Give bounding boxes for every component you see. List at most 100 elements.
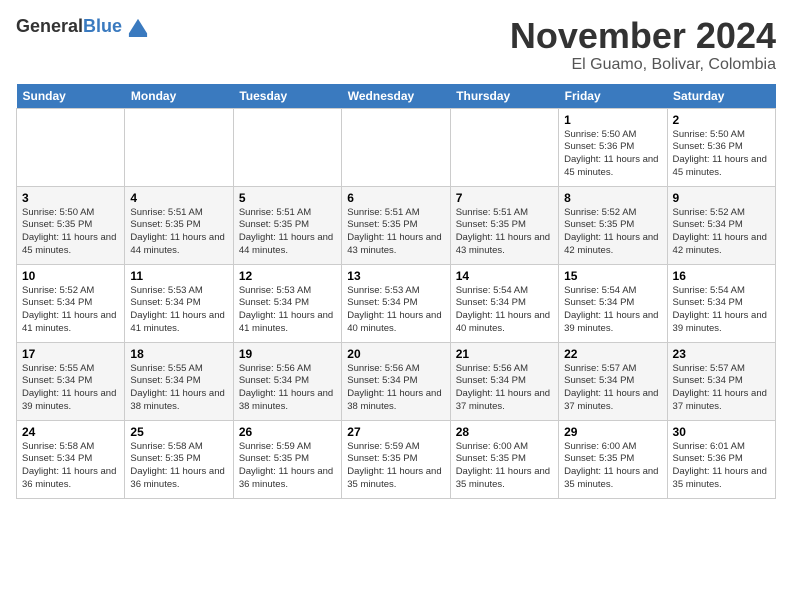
calendar-cell: 18 Sunrise: 5:55 AM Sunset: 5:34 PM Dayl… (125, 342, 233, 420)
calendar-cell: 9 Sunrise: 5:52 AM Sunset: 5:34 PM Dayli… (667, 186, 775, 264)
cell-date: 13 (347, 269, 444, 283)
col-header-wednesday: Wednesday (342, 84, 450, 109)
cell-sunset: Sunset: 5:34 PM (22, 297, 119, 310)
cell-daylight: Daylight: 11 hours and 36 minutes. (130, 466, 227, 492)
calendar-table: SundayMondayTuesdayWednesdayThursdayFrid… (16, 84, 776, 499)
header: GeneralBlue November 2024 El Guamo, Boli… (16, 16, 776, 74)
col-header-sunday: Sunday (17, 84, 125, 109)
cell-sunrise: Sunrise: 5:58 AM (130, 441, 227, 454)
logo-general-text: General (16, 16, 83, 37)
cell-sunrise: Sunrise: 5:52 AM (673, 207, 770, 220)
calendar-cell: 20 Sunrise: 5:56 AM Sunset: 5:34 PM Dayl… (342, 342, 450, 420)
cell-daylight: Daylight: 11 hours and 41 minutes. (130, 310, 227, 336)
col-header-saturday: Saturday (667, 84, 775, 109)
cell-sunset: Sunset: 5:34 PM (130, 297, 227, 310)
cell-daylight: Daylight: 11 hours and 39 minutes. (22, 388, 119, 414)
cell-date: 27 (347, 425, 444, 439)
calendar-week-5: 24 Sunrise: 5:58 AM Sunset: 5:34 PM Dayl… (17, 420, 776, 498)
cell-daylight: Daylight: 11 hours and 36 minutes. (239, 466, 336, 492)
cell-sunset: Sunset: 5:34 PM (22, 453, 119, 466)
cell-date: 9 (673, 191, 770, 205)
page: GeneralBlue November 2024 El Guamo, Boli… (0, 0, 792, 507)
calendar-cell: 25 Sunrise: 5:58 AM Sunset: 5:35 PM Dayl… (125, 420, 233, 498)
cell-sunrise: Sunrise: 5:51 AM (347, 207, 444, 220)
calendar-cell: 4 Sunrise: 5:51 AM Sunset: 5:35 PM Dayli… (125, 186, 233, 264)
cell-sunset: Sunset: 5:35 PM (564, 219, 661, 232)
cell-date: 28 (456, 425, 553, 439)
calendar-cell: 12 Sunrise: 5:53 AM Sunset: 5:34 PM Dayl… (233, 264, 341, 342)
calendar-cell: 21 Sunrise: 5:56 AM Sunset: 5:34 PM Dayl… (450, 342, 558, 420)
calendar-cell: 6 Sunrise: 5:51 AM Sunset: 5:35 PM Dayli… (342, 186, 450, 264)
calendar-cell (125, 108, 233, 186)
calendar-cell: 17 Sunrise: 5:55 AM Sunset: 5:34 PM Dayl… (17, 342, 125, 420)
cell-daylight: Daylight: 11 hours and 42 minutes. (673, 232, 770, 258)
cell-date: 30 (673, 425, 770, 439)
cell-date: 18 (130, 347, 227, 361)
cell-sunrise: Sunrise: 5:53 AM (130, 285, 227, 298)
cell-sunrise: Sunrise: 5:52 AM (22, 285, 119, 298)
cell-sunset: Sunset: 5:34 PM (22, 375, 119, 388)
col-header-thursday: Thursday (450, 84, 558, 109)
calendar-cell: 13 Sunrise: 5:53 AM Sunset: 5:34 PM Dayl… (342, 264, 450, 342)
cell-sunset: Sunset: 5:36 PM (673, 141, 770, 154)
calendar-cell: 23 Sunrise: 5:57 AM Sunset: 5:34 PM Dayl… (667, 342, 775, 420)
cell-sunrise: Sunrise: 5:57 AM (564, 363, 661, 376)
cell-daylight: Daylight: 11 hours and 43 minutes. (347, 232, 444, 258)
cell-sunset: Sunset: 5:34 PM (347, 297, 444, 310)
cell-daylight: Daylight: 11 hours and 37 minutes. (673, 388, 770, 414)
cell-sunrise: Sunrise: 5:55 AM (22, 363, 119, 376)
cell-sunset: Sunset: 5:35 PM (347, 219, 444, 232)
calendar-cell (342, 108, 450, 186)
calendar-cell (233, 108, 341, 186)
col-header-tuesday: Tuesday (233, 84, 341, 109)
cell-date: 7 (456, 191, 553, 205)
cell-sunrise: Sunrise: 5:56 AM (347, 363, 444, 376)
cell-daylight: Daylight: 11 hours and 45 minutes. (564, 154, 661, 180)
cell-sunset: Sunset: 5:34 PM (673, 375, 770, 388)
cell-sunset: Sunset: 5:35 PM (456, 453, 553, 466)
cell-daylight: Daylight: 11 hours and 38 minutes. (239, 388, 336, 414)
cell-sunrise: Sunrise: 5:59 AM (239, 441, 336, 454)
cell-date: 3 (22, 191, 119, 205)
cell-sunset: Sunset: 5:35 PM (239, 453, 336, 466)
cell-daylight: Daylight: 11 hours and 44 minutes. (130, 232, 227, 258)
cell-date: 12 (239, 269, 336, 283)
cell-daylight: Daylight: 11 hours and 35 minutes. (564, 466, 661, 492)
calendar-cell: 14 Sunrise: 5:54 AM Sunset: 5:34 PM Dayl… (450, 264, 558, 342)
cell-date: 16 (673, 269, 770, 283)
cell-date: 10 (22, 269, 119, 283)
cell-daylight: Daylight: 11 hours and 36 minutes. (22, 466, 119, 492)
cell-sunset: Sunset: 5:34 PM (130, 375, 227, 388)
calendar-week-1: 1 Sunrise: 5:50 AM Sunset: 5:36 PM Dayli… (17, 108, 776, 186)
calendar-cell: 29 Sunrise: 6:00 AM Sunset: 5:35 PM Dayl… (559, 420, 667, 498)
cell-sunset: Sunset: 5:34 PM (564, 297, 661, 310)
calendar-cell: 1 Sunrise: 5:50 AM Sunset: 5:36 PM Dayli… (559, 108, 667, 186)
calendar-cell: 28 Sunrise: 6:00 AM Sunset: 5:35 PM Dayl… (450, 420, 558, 498)
cell-sunset: Sunset: 5:34 PM (456, 297, 553, 310)
calendar-cell: 8 Sunrise: 5:52 AM Sunset: 5:35 PM Dayli… (559, 186, 667, 264)
cell-sunrise: Sunrise: 5:50 AM (564, 129, 661, 142)
cell-sunrise: Sunrise: 5:58 AM (22, 441, 119, 454)
cell-sunrise: Sunrise: 5:50 AM (22, 207, 119, 220)
cell-daylight: Daylight: 11 hours and 39 minutes. (673, 310, 770, 336)
cell-date: 6 (347, 191, 444, 205)
cell-daylight: Daylight: 11 hours and 41 minutes. (22, 310, 119, 336)
cell-sunrise: Sunrise: 5:57 AM (673, 363, 770, 376)
cell-sunrise: Sunrise: 5:55 AM (130, 363, 227, 376)
calendar-cell: 30 Sunrise: 6:01 AM Sunset: 5:36 PM Dayl… (667, 420, 775, 498)
cell-sunrise: Sunrise: 6:00 AM (456, 441, 553, 454)
calendar-cell: 10 Sunrise: 5:52 AM Sunset: 5:34 PM Dayl… (17, 264, 125, 342)
cell-sunset: Sunset: 5:34 PM (456, 375, 553, 388)
cell-daylight: Daylight: 11 hours and 44 minutes. (239, 232, 336, 258)
calendar-cell: 24 Sunrise: 5:58 AM Sunset: 5:34 PM Dayl… (17, 420, 125, 498)
calendar-cell: 16 Sunrise: 5:54 AM Sunset: 5:34 PM Dayl… (667, 264, 775, 342)
cell-daylight: Daylight: 11 hours and 45 minutes. (673, 154, 770, 180)
cell-sunset: Sunset: 5:35 PM (564, 453, 661, 466)
cell-sunset: Sunset: 5:34 PM (564, 375, 661, 388)
calendar-cell: 3 Sunrise: 5:50 AM Sunset: 5:35 PM Dayli… (17, 186, 125, 264)
cell-sunset: Sunset: 5:34 PM (673, 219, 770, 232)
cell-date: 23 (673, 347, 770, 361)
cell-sunset: Sunset: 5:35 PM (130, 219, 227, 232)
cell-sunset: Sunset: 5:35 PM (456, 219, 553, 232)
calendar-cell: 11 Sunrise: 5:53 AM Sunset: 5:34 PM Dayl… (125, 264, 233, 342)
